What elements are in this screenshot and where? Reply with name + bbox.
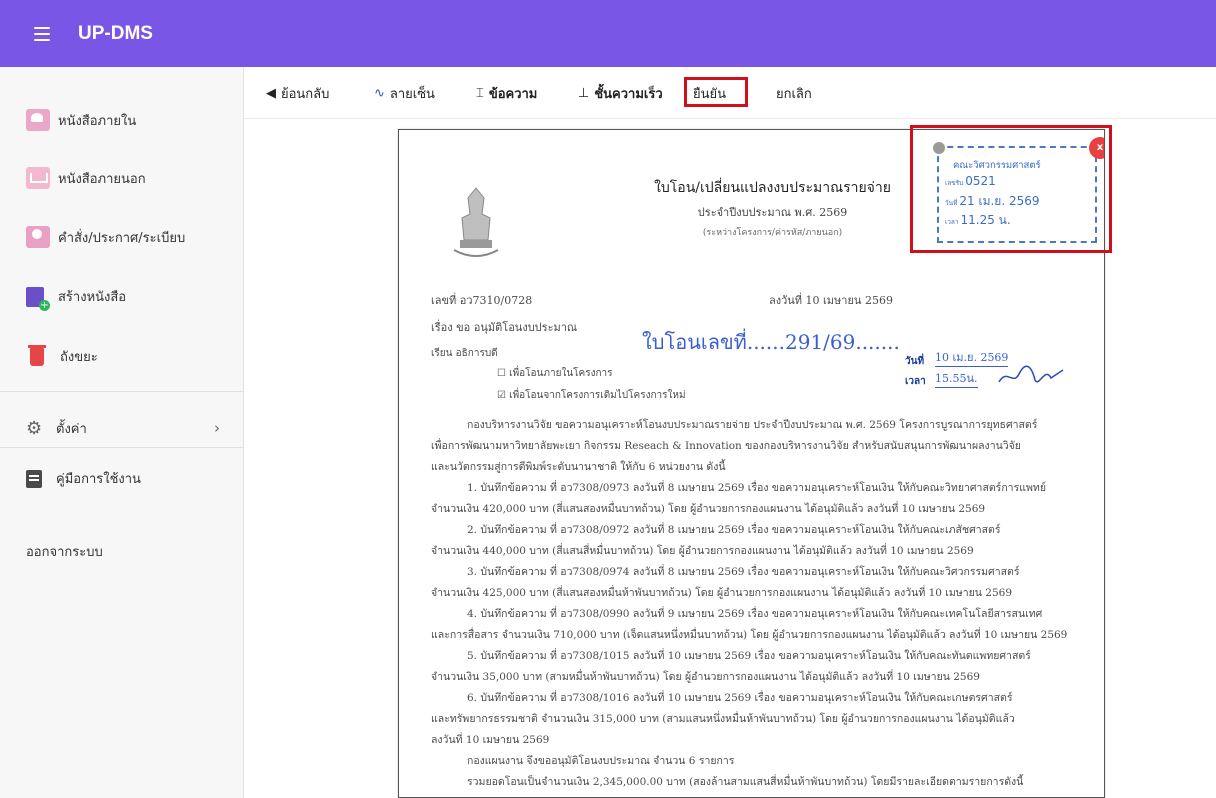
sidebar: หนังสือภายใน หนังสือภายนอก คำสั่ง/ประกาศ… — [0, 67, 244, 798]
create-document-icon — [26, 286, 50, 311]
confirm-label: ยืนยัน — [693, 87, 727, 102]
stamp-highlight — [910, 125, 1112, 253]
sidebar-item-label: หนังสือภายนอก — [58, 171, 146, 187]
stamp-icon: ⊥ — [578, 86, 590, 101]
signature-button[interactable]: ∿ ลายเซ็น — [374, 83, 435, 104]
document-body-line: 4. บันทึกข้อความ ที่ อว7308/0990 ลงวันที… — [467, 608, 1043, 620]
app-title: UP-DMS — [78, 22, 153, 44]
signature-label: ลายเซ็น — [389, 87, 435, 102]
cancel-label: ยกเลิก — [776, 87, 812, 102]
document-body-line: และนวัตกรรมสู่การตีพิมพ์ระดับนานาชาติ ให… — [431, 461, 726, 473]
document-body-line: 6. บันทึกข้อความ ที่ อว7308/1016 ลงวันที… — [467, 692, 1013, 704]
handwritten-date-label: วันที่ — [905, 356, 925, 367]
back-button[interactable]: ◀ ย้อนกลับ — [266, 83, 329, 104]
document-body-line: จำนวนเงิน 35,000 บาท (สามหมื่นห้าพันบาทถ… — [431, 671, 980, 683]
handwritten-signature-icon — [998, 365, 1064, 383]
sidebar-divider — [0, 447, 244, 448]
document-number: เลขที่ อว7310/0728 — [431, 294, 533, 307]
document-toolbar: ◀ ย้อนกลับ ∿ ลายเซ็น ⌶ ข้อความ ⊥ ชั้นควา… — [244, 67, 1216, 119]
document-body-line: 1. บันทึกข้อความ ที่ อว7308/0973 ลงวันที… — [467, 482, 1046, 494]
order-icon — [26, 226, 50, 248]
checkbox-option-1: ☐ เพื่อโอนภายในโครงการ — [497, 368, 613, 379]
text-label: ข้อความ — [488, 87, 538, 102]
document-date: ลงวันที่ 10 เมษายน 2569 — [769, 294, 893, 307]
sidebar-item-orders[interactable]: คำสั่ง/ประกาศ/ระเบียบ — [26, 226, 185, 248]
document-body-line: เพื่อการพัฒนามหาวิทยาลัยพะเยา กิจกรรม Re… — [431, 440, 1021, 452]
trash-icon — [28, 344, 46, 366]
sidebar-item-create-document[interactable]: สร้างหนังสือ — [26, 286, 127, 311]
sidebar-item-label: คำสั่ง/ประกาศ/ระเบียบ — [58, 230, 186, 246]
back-label: ย้อนกลับ — [281, 87, 330, 102]
handwritten-time: 15.55น. — [935, 369, 978, 388]
outbox-icon — [26, 167, 50, 189]
text-icon: ⌶ — [476, 86, 484, 101]
document-body-line: ลงวันที่ 10 เมษายน 2569 — [431, 734, 550, 746]
logout-link[interactable]: ออกจากระบบ — [26, 541, 103, 562]
back-arrow-icon: ◀ — [266, 86, 276, 101]
sidebar-item-label: สร้างหนังสือ — [58, 290, 127, 305]
sidebar-item-external-letters[interactable]: หนังสือภายนอก — [26, 167, 146, 189]
document-body-line: 5. บันทึกข้อความ ที่ อว7308/1015 ลงวันที… — [467, 650, 1031, 662]
cancel-button[interactable]: ยกเลิก — [776, 83, 812, 104]
sidebar-item-label: หนังสือภายใน — [58, 113, 137, 129]
document-body-line: 2. บันทึกข้อความ ที่ อว7308/0972 ลงวันที… — [467, 524, 1001, 536]
sidebar-item-label: ถังขยะ — [60, 350, 98, 365]
document-body-line: จำนวนเงิน 420,000 บาท (สี่แสนสองหมื่นบาท… — [431, 503, 986, 515]
sidebar-item-label: ตั้งค่า — [56, 422, 87, 437]
document-body-line: กองบริหารงานวิจัย ขอความอนุเคราะห์โอนงบป… — [467, 419, 1038, 431]
menu-icon[interactable] — [34, 26, 50, 41]
signature-icon: ∿ — [374, 86, 385, 101]
handwritten-time-label: เวลา — [905, 376, 926, 387]
manual-icon — [26, 469, 42, 488]
gear-icon: ⚙ — [26, 417, 43, 439]
document-body-line: 3. บันทึกข้อความ ที่ อว7308/0974 ลงวันที… — [467, 566, 1020, 578]
document-subject: เรื่อง ขอ อนุมัติโอนงบประมาณ — [431, 321, 578, 334]
sidebar-item-internal-letters[interactable]: หนังสือภายใน — [26, 109, 136, 131]
sidebar-item-label: คู่มือการใช้งาน — [56, 472, 141, 487]
urgency-label: ชั้นความเร็ว — [594, 87, 663, 102]
sidebar-item-trash[interactable]: ถังขยะ — [26, 344, 98, 367]
inbox-icon — [26, 109, 50, 131]
document-body-line: และทรัพยากรธรรมชาติ จำนวนเงิน 315,000 บา… — [431, 713, 1015, 725]
sidebar-item-manual[interactable]: คู่มือการใช้งาน — [26, 468, 141, 489]
sidebar-divider — [0, 391, 244, 392]
checkbox-option-2: ☑ เพื่อโอนจากโครงการเดิมไปโครงการใหม่ — [497, 390, 686, 401]
handwritten-transfer-number: ใบโอนเลขที่......291/69....... — [642, 330, 900, 354]
document-body-line: กองแผนงาน จึงขออนุมัติโอนงบประมาณ จำนวน … — [467, 755, 735, 767]
document-body-line: จำนวนเงิน 425,000 บาท (สี่แสนสองหมื่นห้า… — [431, 587, 1013, 599]
text-button[interactable]: ⌶ ข้อความ — [476, 83, 537, 104]
checkbox-option-2-label: เพื่อโอนจากโครงการเดิมไปโครงการใหม่ — [509, 390, 686, 401]
checkbox-option-1-label: เพื่อโอนภายในโครงการ — [509, 368, 613, 379]
top-app-bar: UP-DMS — [0, 0, 1216, 67]
chevron-right-icon[interactable]: › — [214, 419, 220, 437]
sidebar-item-settings[interactable]: ⚙ ตั้งค่า — [26, 418, 87, 439]
document-body-line: รวมยอดโอนเป็นจำนวนเงิน 2,345,000.00 บาท … — [467, 776, 1024, 788]
document-body-line: และการสื่อสาร จำนวนเงิน 710,000 บาท (เจ็… — [431, 629, 1068, 641]
confirm-button[interactable]: ยืนยัน — [693, 83, 726, 104]
urgency-button[interactable]: ⊥ ชั้นความเร็ว — [578, 83, 663, 104]
document-body-line: จำนวนเงิน 440,000 บาท (สี่แสนสี่หมื่นบาท… — [431, 545, 974, 557]
document-to: เรียน อธิการบดี — [431, 348, 498, 359]
